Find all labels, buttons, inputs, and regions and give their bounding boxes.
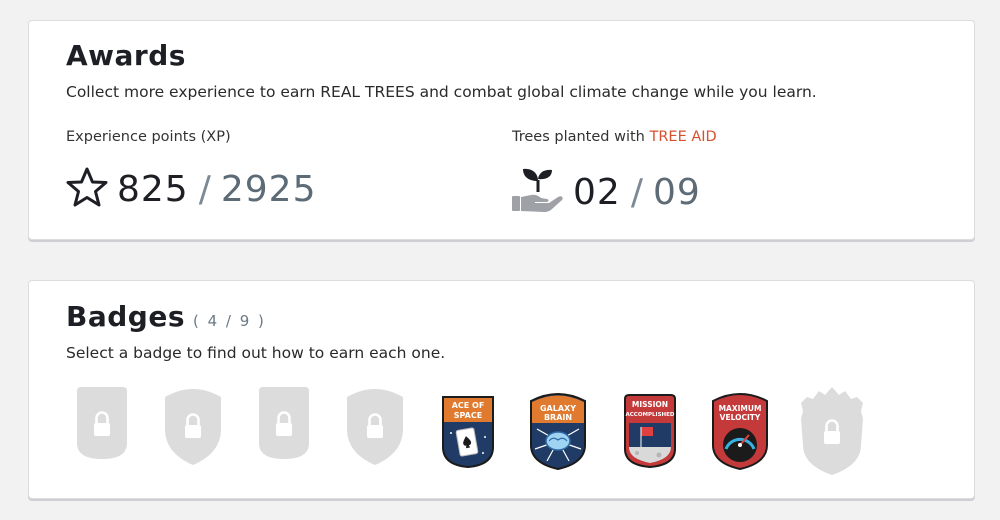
badge-locked-9[interactable] — [795, 385, 869, 481]
badge-mission-accomplished[interactable]: MISSION ACCOMPLISHED — [621, 391, 679, 475]
xp-total: 2925 — [220, 168, 317, 210]
badge-ace-of-space[interactable]: ACE OF SPACE — [439, 393, 497, 473]
awards-card: Awards Collect more experience to earn R… — [28, 20, 975, 240]
badge-label-line2: BRAIN — [544, 413, 572, 422]
xp-stat: 825 / 2925 — [65, 166, 316, 212]
badges-title: Badges ( 4 / 9 ) — [66, 300, 266, 333]
xp-separator: / — [198, 168, 211, 210]
badges-heading: Badges — [66, 300, 185, 333]
badge-label-line2: SPACE — [454, 411, 482, 420]
badge-locked-4[interactable] — [343, 383, 407, 471]
badge-label-line1: MISSION — [632, 400, 668, 409]
badge-maximum-velocity[interactable]: MAXIMUM VELOCITY — [709, 389, 771, 475]
awards-subtitle: Collect more experience to earn REAL TRE… — [66, 83, 817, 101]
star-outline-icon — [65, 166, 109, 212]
badges-subtitle: Select a badge to find out how to earn e… — [66, 344, 446, 362]
badge-label-line2: ACCOMPLISHED — [626, 412, 675, 418]
trees-label: Trees planted with TREE AID — [512, 129, 717, 145]
xp-current: 825 — [117, 168, 189, 210]
trees-stat: 02 / 09 — [511, 166, 701, 218]
trees-total: 09 — [652, 171, 701, 213]
trees-separator: / — [630, 171, 643, 213]
badges-card: Badges ( 4 / 9 ) Select a badge to find o… — [28, 280, 975, 499]
xp-label: Experience points (XP) — [66, 129, 231, 145]
badge-label-line2: VELOCITY — [720, 413, 761, 422]
badge-list: ACE OF SPACE GALAXY BRAIN MISSION ACCOMP… — [65, 383, 945, 483]
badge-label-line1: MAXIMUM — [719, 404, 762, 413]
badge-label-line1: GALAXY — [540, 404, 576, 413]
badge-label-line1: ACE OF — [452, 401, 485, 410]
awards-title: Awards — [66, 39, 186, 72]
tree-aid-link[interactable]: TREE AID — [649, 129, 716, 145]
badges-count: ( 4 / 9 ) — [192, 312, 266, 330]
badge-locked-3[interactable] — [255, 383, 313, 467]
badge-galaxy-brain[interactable]: GALAXY BRAIN — [527, 389, 589, 475]
hand-sprout-icon — [511, 166, 565, 218]
trees-current: 02 — [573, 171, 621, 213]
badge-locked-2[interactable] — [161, 383, 225, 471]
badge-locked-1[interactable] — [73, 383, 131, 467]
trees-label-text: Trees planted with — [512, 129, 650, 145]
